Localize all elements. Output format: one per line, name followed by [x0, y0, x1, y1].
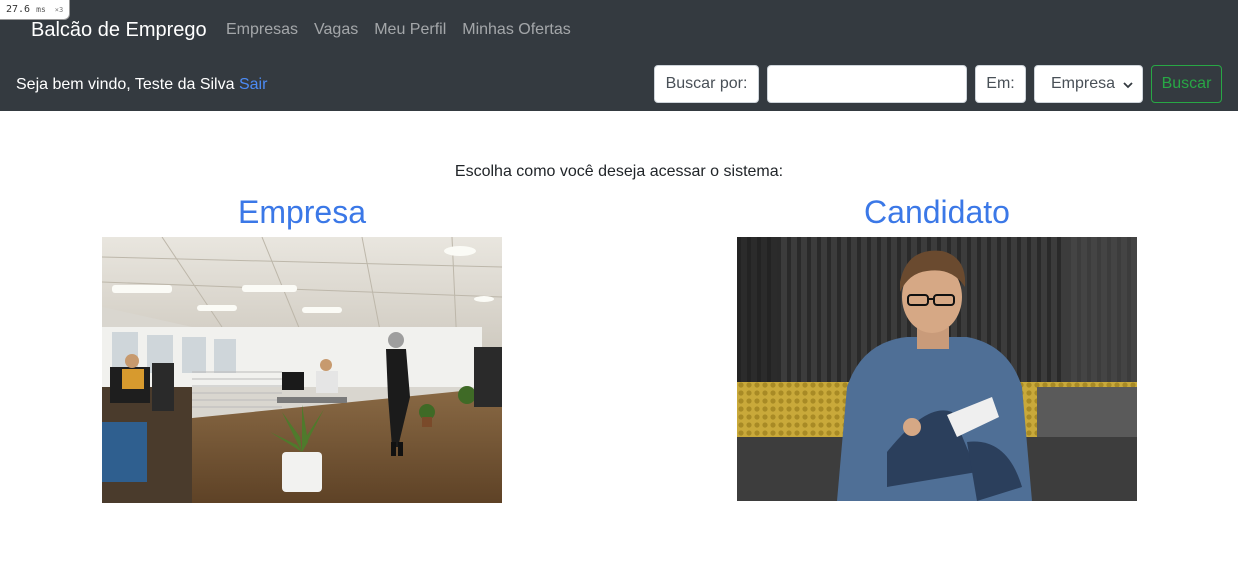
- perf-unit: ms: [36, 5, 46, 14]
- nav-link-vagas[interactable]: Vagas: [314, 19, 358, 41]
- access-prompt: Escolha como você deseja acessar o siste…: [454, 163, 784, 180]
- office-photo[interactable]: [102, 237, 502, 503]
- brand-link[interactable]: Balcão de Emprego: [31, 17, 207, 43]
- nav-link-meu-perfil[interactable]: Meu Perfil: [374, 19, 446, 41]
- search-scope-value: Empresa: [1051, 75, 1116, 92]
- nav-link-minhas-ofertas[interactable]: Minhas Ofertas: [462, 19, 570, 41]
- nav-link-empresas[interactable]: Empresas: [226, 19, 298, 41]
- perf-value: 27.6: [6, 4, 31, 15]
- main-nav: Empresas Vagas Meu Perfil Minhas Ofertas: [226, 19, 571, 41]
- candidate-photo[interactable]: [737, 237, 1137, 501]
- welcome-message: Seja bem vindo, Teste da Silva Sair: [16, 74, 267, 96]
- top-navbar: 27.6 ms ×3 Balcão de Emprego Empresas Va…: [0, 0, 1238, 111]
- search-scope-select[interactable]: Empresa: [1034, 65, 1143, 103]
- perf-multiplier: ×3: [54, 6, 64, 14]
- search-in-label: Em:: [975, 65, 1026, 103]
- search-button[interactable]: Buscar: [1151, 65, 1222, 103]
- logout-link[interactable]: Sair: [239, 76, 267, 93]
- search-by-label: Buscar por:: [654, 65, 759, 103]
- chevron-down-icon: [1122, 66, 1134, 102]
- search-input[interactable]: [767, 65, 967, 103]
- option-title-candidato[interactable]: Candidato: [737, 192, 1137, 232]
- welcome-text: Seja bem vindo, Teste da Silva: [16, 76, 235, 93]
- option-title-empresa[interactable]: Empresa: [102, 192, 502, 232]
